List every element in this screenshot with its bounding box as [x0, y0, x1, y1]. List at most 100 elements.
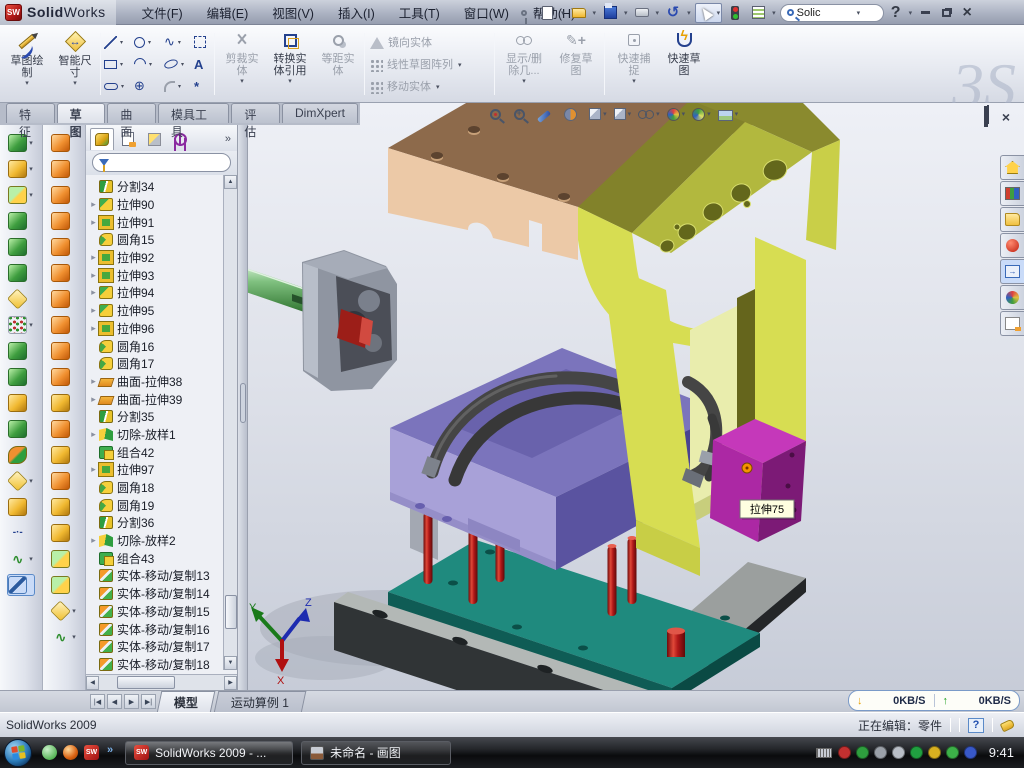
scrollbar-thumb[interactable] [225, 595, 237, 629]
toolbar-button[interactable]: ▾ [8, 523, 34, 543]
quick-launch-chevron[interactable]: » [107, 744, 113, 756]
part-insert-block[interactable] [710, 419, 806, 542]
tray-icon[interactable] [910, 746, 923, 759]
tree-item[interactable]: ▸ 拉伸90 [88, 196, 237, 214]
task-button-solidworks[interactable]: SW SolidWorks 2009 - ... [125, 741, 293, 765]
toolbar-button[interactable]: ▾ [51, 445, 77, 465]
options-button[interactable] [748, 3, 768, 23]
menu-item[interactable]: 窗口(W) [452, 0, 521, 26]
toolbar-button[interactable]: ▾ [51, 549, 77, 569]
tree-item[interactable]: ▸ 圆角16 [88, 337, 237, 355]
slot-tool[interactable]: ▾ [104, 75, 134, 97]
pin-icon[interactable] [514, 3, 534, 23]
toolbar-button[interactable]: ▾ [51, 185, 77, 205]
toolbar-button[interactable]: ▾ [51, 159, 77, 179]
tree-item[interactable]: ▸ 切除-放样2 [88, 532, 237, 550]
chevron-down-icon[interactable]: ▾ [686, 9, 692, 17]
tree-item[interactable]: ▸ 分割36 [88, 514, 237, 532]
scroll-up-icon[interactable]: ▲ [224, 175, 237, 189]
chevron-down-icon[interactable]: ▾ [592, 9, 598, 17]
smart-dimension-button[interactable]: ↔ 智能尺 寸▾ [52, 29, 98, 87]
command-tab[interactable]: 草图 [57, 103, 106, 123]
chevron-down-icon[interactable]: ▾ [655, 9, 661, 17]
command-tab[interactable]: 评估 [231, 103, 280, 123]
tree-item[interactable]: ▸ 实体-移动/复制18 [88, 656, 237, 674]
tree-item[interactable]: ▸ 实体-移动/复制13 [88, 567, 237, 585]
toolbar-button[interactable]: ▾ [51, 211, 77, 231]
tray-icon[interactable] [838, 746, 851, 759]
start-button[interactable] [4, 739, 32, 767]
tree-item[interactable]: ▸ 圆角19 [88, 496, 237, 514]
tray-icon[interactable] [928, 746, 941, 759]
toolbar-button[interactable]: ▾ [51, 523, 77, 543]
arc-tool[interactable]: ▾ [134, 53, 164, 75]
toolbar-button[interactable]: ▾ [51, 601, 77, 621]
network-speed-widget[interactable]: ↓0KB/S ↑0KB/S [848, 690, 1020, 711]
task-pane-tab[interactable] [1000, 285, 1024, 310]
print-button[interactable] [632, 3, 652, 23]
tree-item[interactable]: ▸ 分割34 [88, 178, 237, 196]
line-tool[interactable]: ▾ [104, 31, 134, 53]
restore-button[interactable] [937, 5, 955, 21]
3d-model-scene[interactable]: Y Z X 拉伸75 [248, 103, 1024, 690]
tree-item[interactable]: ▸ 拉伸93 [88, 266, 237, 284]
toolbar-button[interactable]: ▾ [8, 237, 34, 257]
menu-item[interactable]: 工具(T) [387, 0, 452, 26]
view-tool-button[interactable]: ▾ [718, 108, 740, 121]
toolbar-button[interactable]: ▾ [8, 341, 34, 361]
help-button[interactable]: ? [887, 5, 905, 21]
chevron-down-icon[interactable]: ▾ [771, 9, 777, 17]
command-tab[interactable]: 模具工具 [158, 103, 229, 123]
toolbar-button[interactable]: ▾ [8, 263, 34, 283]
undo-button[interactable]: ↺ [663, 3, 683, 23]
spline-tool[interactable]: ∿▾ [164, 31, 194, 53]
task-pane-tab[interactable] [1000, 311, 1024, 336]
search-box[interactable]: ▾ [780, 4, 884, 22]
panel-overflow-chevron[interactable]: » [225, 133, 235, 145]
tree-item[interactable]: ▸ 曲面-拉伸39 [88, 390, 237, 408]
tree-item[interactable]: ▸ 拉伸97 [88, 461, 237, 479]
toolbar-button[interactable]: ▾ [51, 393, 77, 413]
toolbar-button[interactable]: ▾ [51, 575, 77, 595]
view-tool-button[interactable]: ▾ [490, 109, 508, 120]
ellipse-tool[interactable]: ▾ [164, 53, 194, 75]
view-tool-button[interactable]: ▾ [692, 108, 712, 121]
task-pane-tab[interactable] [1000, 259, 1024, 284]
toolbar-button[interactable]: ▾ [8, 549, 34, 569]
minimize-button[interactable] [916, 5, 934, 21]
menu-item[interactable]: 文件(F) [130, 0, 195, 26]
rectangle-tool[interactable]: ▾ [104, 53, 134, 75]
toolbar-button[interactable]: ▾ [8, 497, 34, 517]
command-tab[interactable]: 特征 [6, 103, 55, 123]
toolbar-button[interactable]: ▾ [51, 289, 77, 309]
point-tool[interactable]: * [194, 75, 214, 97]
view-tool-button[interactable]: ▾ [564, 108, 584, 121]
toolbar-button[interactable]: ▾ [8, 445, 34, 465]
expand-arrow-icon[interactable]: ▸ [88, 252, 99, 263]
menu-item[interactable]: 插入(I) [326, 0, 387, 26]
toolbar-button[interactable]: ▾ [51, 497, 77, 517]
toolbar-button[interactable]: ▾ [51, 263, 77, 283]
text-tool[interactable]: A [194, 53, 214, 75]
expand-arrow-icon[interactable]: ▸ [88, 199, 99, 210]
tree-horizontal-scrollbar[interactable]: ◀ ▶ [86, 674, 237, 690]
tab-feature-manager[interactable] [90, 128, 114, 150]
tree-item[interactable]: ▸ 拉伸94 [88, 284, 237, 302]
toolbar-button[interactable]: ▾ [8, 289, 34, 309]
tree-item[interactable]: ▸ 拉伸95 [88, 302, 237, 320]
expand-arrow-icon[interactable]: ▸ [88, 535, 99, 546]
expand-arrow-icon[interactable]: ▸ [88, 323, 99, 334]
new-document-button[interactable] [537, 3, 557, 23]
task-pane-tab[interactable] [1000, 155, 1024, 180]
view-tool-button[interactable]: ▾ [537, 109, 558, 119]
select-tool-button[interactable]: ▾ [695, 3, 723, 23]
tray-icon[interactable] [964, 746, 977, 759]
selection-filter-icon[interactable] [725, 3, 745, 23]
tab-motion-study[interactable]: 运动算例 1 [214, 691, 307, 713]
scroll-down-icon[interactable]: ▼ [224, 656, 237, 670]
tree-item[interactable]: ▸ 拉伸92 [88, 249, 237, 267]
sketch-fillet-tool[interactable]: ▾ [164, 75, 194, 97]
part-nozzle-clamp[interactable] [248, 250, 397, 391]
tray-icon[interactable] [946, 746, 959, 759]
tree-item[interactable]: ▸ 圆角18 [88, 479, 237, 497]
